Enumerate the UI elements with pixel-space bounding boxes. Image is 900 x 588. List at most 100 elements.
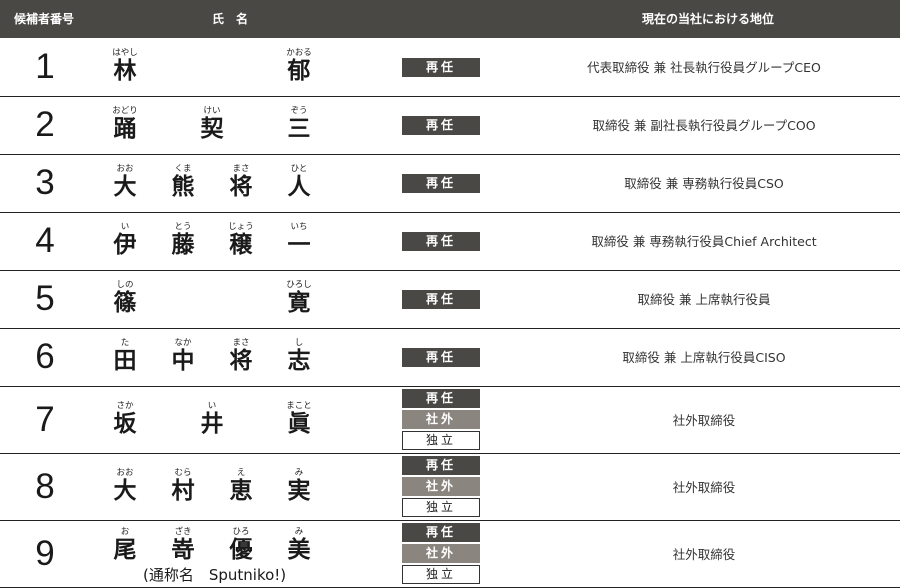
current-position: 取締役 兼 上席執行役員CISO (622, 350, 786, 365)
status-badge: 独立 (402, 431, 480, 450)
name-kanji: 将 (229, 348, 253, 374)
candidate-row: 2 おどり踊 けい契 ぞう三 再任 取締役 兼 副社長執行役員グループCOO (0, 97, 900, 155)
current-position: 取締役 兼 専務執行役員CSO (624, 176, 784, 191)
candidate-number: 6 (35, 337, 55, 376)
name-kanji: 熊 (171, 174, 195, 200)
name-kanji: 一 (287, 232, 311, 258)
furigana: まこと (286, 400, 312, 411)
furigana: いち (290, 222, 308, 232)
furigana: み (294, 467, 304, 478)
candidate-row: 9 お尾ざき嵜ひろ優み美 (通称名 Sputniko!) 再任 社外 独立 社外取締役 (0, 521, 900, 588)
name-character: ひろし寛 (279, 280, 319, 318)
name-character: さか坂 (105, 401, 145, 439)
header-name-1: 氏 (212, 12, 225, 26)
furigana: ぞう (290, 106, 308, 116)
furigana: はやし (112, 48, 138, 58)
name-character: むら村 (163, 468, 203, 506)
name-kanji: 尾 (113, 537, 137, 563)
name-kanji: 嵜 (171, 537, 195, 563)
name-character: とう藤 (163, 222, 203, 260)
furigana: さか (116, 400, 134, 411)
furigana: なか (174, 338, 192, 348)
furigana: た (120, 338, 130, 348)
name-character: た田 (105, 338, 145, 376)
candidate-number: 3 (35, 163, 55, 202)
name-kanji: 藤 (171, 232, 195, 258)
status-badge: 再任 (402, 58, 480, 77)
name-kanji: 優 (229, 537, 253, 563)
status-badge: 再任 (402, 290, 480, 309)
name-kanji: 実 (287, 477, 311, 504)
candidate-number: 8 (35, 466, 55, 506)
status-badge: 再任 (402, 116, 480, 135)
furigana: むら (174, 467, 192, 478)
furigana: まさ (232, 164, 250, 174)
furigana: しの (116, 280, 134, 290)
candidate-row: 1 はやし林 かおる郁 再任 代表取締役 兼 社長執行役員グループCEO (0, 39, 900, 97)
furigana: じょう (228, 222, 254, 232)
status-badge: 社外 (402, 410, 480, 429)
name-character: ひろ優 (221, 527, 261, 565)
status-badge: 社外 (402, 477, 480, 496)
candidate-number: 4 (35, 221, 55, 260)
name-kanji: 寛 (287, 290, 311, 316)
current-position: 社外取締役 (672, 412, 736, 428)
name-kanji: 大 (113, 174, 137, 200)
name-kanji: 井 (200, 410, 224, 437)
name-character: み実 (279, 468, 319, 506)
furigana: まさ (232, 338, 250, 348)
candidate-row: 4 い伊とう藤じょう穣いち一再任 取締役 兼 専務執行役員Chief Archite… (0, 213, 900, 271)
current-position: 取締役 兼 専務執行役員Chief Architect (591, 234, 817, 249)
name-kanji: 人 (287, 174, 311, 200)
current-position: 社外取締役 (672, 546, 736, 562)
table-header: 候補者番号 氏 名 現在の当社における地位 (0, 0, 900, 38)
name-character: ぞう三 (279, 106, 319, 144)
name-character: い井 (192, 401, 232, 439)
header-candidate-number: 候補者番号 (14, 12, 75, 26)
furigana: おどり (112, 106, 138, 116)
name-kanji: 美 (287, 537, 311, 563)
candidate-row: 6 た田なか中まさ将し志再任 取締役 兼 上席執行役員CISO (0, 329, 900, 387)
furigana: ひろし (286, 280, 312, 290)
name-kanji: 将 (229, 174, 253, 200)
name-character: おお大 (105, 468, 145, 506)
furigana: し (294, 338, 304, 348)
header-current-position: 現在の当社における地位 (642, 12, 775, 26)
current-position: 代表取締役 兼 社長執行役員グループCEO (587, 60, 821, 75)
name-character: かおる郁 (279, 48, 319, 86)
status-badge: 再任 (402, 523, 480, 542)
alias-name: (通称名 Sputniko!) (143, 566, 287, 584)
candidate-row: 8 おお大むら村え恵み実再任 社外 独立 社外取締役 (0, 454, 900, 521)
name-character: え恵 (221, 468, 261, 506)
name-character: なか中 (163, 338, 203, 376)
name-kanji: 穣 (229, 232, 253, 258)
current-position: 取締役 兼 上席執行役員 (637, 292, 771, 307)
furigana: ひと (290, 164, 308, 174)
name-kanji: 林 (113, 58, 137, 84)
name-kanji: 恵 (229, 477, 253, 504)
furigana: おお (116, 467, 134, 478)
furigana: けい (203, 106, 221, 116)
status-badge: 再任 (402, 389, 480, 408)
name-kanji: 坂 (113, 410, 137, 437)
furigana: い (207, 400, 217, 411)
name-kanji: 伊 (113, 232, 137, 258)
candidate-row: 7 さか坂 い井 まこと眞 再任 社外 独立 社外取締役 (0, 387, 900, 454)
name-kanji: 村 (171, 477, 195, 504)
name-character: いち一 (279, 222, 319, 260)
candidate-row: 5 しの篠 ひろし寛 再任 取締役 兼 上席執行役員 (0, 271, 900, 329)
name-character: けい契 (192, 106, 232, 144)
candidate-number: 2 (35, 105, 55, 144)
name-character: じょう穣 (221, 222, 261, 260)
furigana: ざき (174, 527, 192, 537)
furigana: とう (174, 222, 192, 232)
name-kanji: 志 (287, 348, 311, 374)
name-character: ざき嵜 (163, 527, 203, 565)
status-badge: 独立 (402, 498, 480, 517)
candidate-number: 5 (35, 279, 55, 318)
current-position: 社外取締役 (672, 479, 736, 495)
name-character: おどり踊 (105, 106, 145, 144)
candidate-number: 7 (35, 399, 55, 439)
furigana: え (236, 467, 246, 478)
furigana: お (120, 527, 130, 537)
